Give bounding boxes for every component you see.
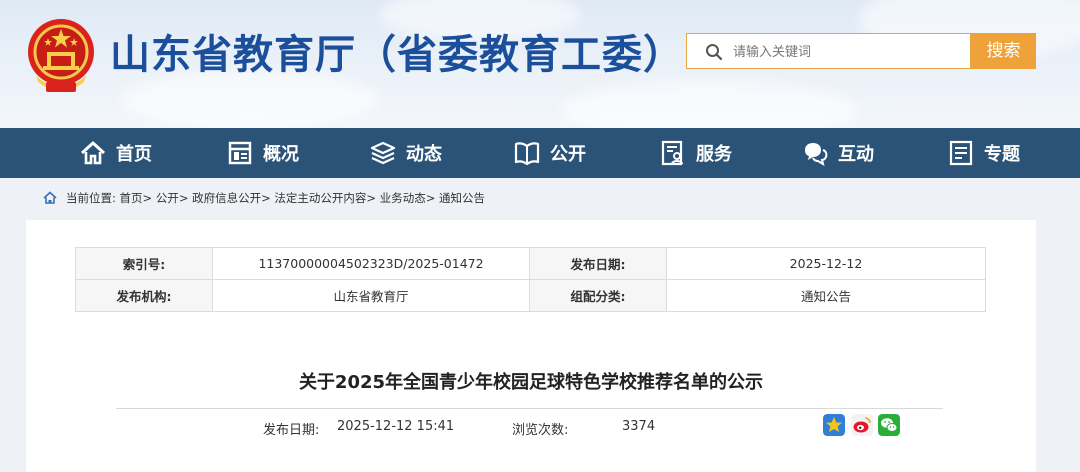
breadcrumb-text[interactable]: 当前位置: 首页> 公开> 政府信息公开> 法定主动公开内容> 业务动态> 通知…: [66, 190, 485, 206]
search-box[interactable]: [686, 33, 971, 70]
date-value: 2025-12-12: [666, 247, 986, 280]
weibo-icon[interactable]: [851, 414, 873, 436]
service-icon: [661, 140, 683, 166]
nav-label: 概况: [263, 144, 299, 165]
topic-icon: [949, 140, 973, 166]
divider: [116, 408, 943, 409]
chat-icon: [805, 143, 828, 166]
nav-label: 首页: [116, 144, 152, 165]
breadcrumb-home-icon: [43, 191, 57, 204]
main-nav: 首页 概况 动态 公开 服务 互动 专题: [0, 128, 1080, 178]
nav-label: 专题: [984, 144, 1020, 165]
nav-item-public[interactable]: 公开: [514, 128, 586, 178]
date-label: 发布日期:: [529, 247, 667, 280]
article-title: 关于2025年全国青少年校园足球特色学校推荐名单的公示: [298, 372, 764, 393]
search-input[interactable]: [731, 34, 965, 70]
nav-item-news[interactable]: 动态: [370, 128, 442, 178]
nav-label: 服务: [696, 144, 732, 165]
pub-date-label: 发布日期:: [263, 423, 320, 438]
org-value: 山东省教育厅: [212, 279, 530, 312]
qzone-icon[interactable]: [823, 414, 845, 436]
nav-item-home[interactable]: 首页: [80, 128, 152, 178]
home-icon: [80, 141, 106, 165]
site-header: 山东省教育厅（省委教育工委） 搜索: [0, 0, 1080, 128]
site-title[interactable]: 山东省教育厅（省委教育工委）: [110, 22, 684, 80]
overview-icon: [228, 141, 252, 165]
org-label: 发布机构:: [75, 279, 213, 312]
views-label: 浏览次数:: [512, 423, 569, 438]
nav-label: 公开: [550, 144, 586, 165]
nav-label: 动态: [406, 144, 442, 165]
nav-item-overview[interactable]: 概况: [227, 128, 299, 178]
metadata-table: 索引号: 11370000004502323D/2025-01472 发布日期:…: [75, 247, 986, 312]
nav-item-service[interactable]: 服务: [660, 128, 732, 178]
search-icon: [706, 44, 723, 61]
search-button[interactable]: 搜索: [971, 33, 1036, 69]
breadcrumb: 当前位置: 首页> 公开> 政府信息公开> 法定主动公开内容> 业务动态> 通知…: [26, 178, 1036, 218]
wechat-icon[interactable]: [878, 414, 900, 436]
category-label: 组配分类:: [529, 279, 667, 312]
index-value: 11370000004502323D/2025-01472: [212, 247, 530, 280]
book-icon: [514, 142, 540, 166]
index-label: 索引号:: [75, 247, 213, 280]
pub-date-value: 2025-12-12 15:41: [337, 419, 455, 434]
national-emblem-icon: [28, 19, 94, 92]
stack-icon: [370, 141, 396, 165]
nav-item-topic[interactable]: 专题: [948, 128, 1020, 178]
nav-item-interact[interactable]: 互动: [802, 128, 874, 178]
article-panel: 索引号: 11370000004502323D/2025-01472 发布日期:…: [26, 220, 1036, 472]
category-value: 通知公告: [666, 279, 986, 312]
views-value: 3374: [622, 419, 656, 434]
nav-label: 互动: [838, 144, 874, 165]
